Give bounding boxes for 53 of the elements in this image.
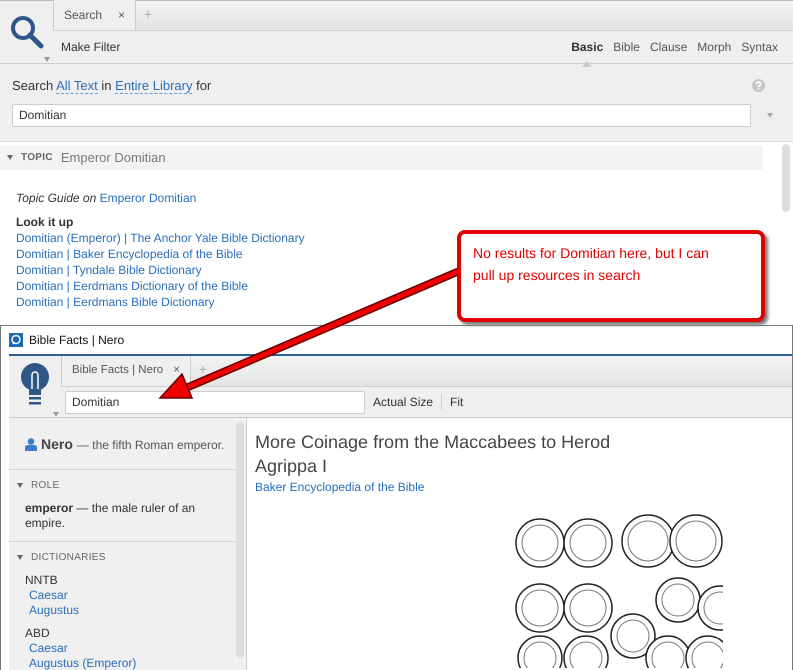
article-title: More Coinage from the Maccabees to Herod Agrippa I bbox=[255, 431, 612, 478]
search-label: in bbox=[101, 78, 112, 93]
close-tab-button[interactable]: × bbox=[118, 6, 126, 24]
search-field[interactable]: Domitian bbox=[12, 104, 751, 126]
dictionary-link[interactable]: Domitian | Eerdmans Bible Dictionary bbox=[16, 294, 215, 308]
search-field[interactable]: Domitian bbox=[65, 390, 365, 414]
expander-icon[interactable] bbox=[7, 155, 13, 160]
toolbar-button[interactable]: Fit bbox=[450, 393, 464, 411]
section-label: TOPIC bbox=[21, 151, 53, 165]
dictionary-link[interactable]: Augustus bbox=[29, 603, 80, 617]
search-label: Search bbox=[12, 78, 54, 93]
dictionary-link[interactable]: Caesar bbox=[29, 641, 68, 655]
bible-facts-tab[interactable]: Bible Facts | Nero × bbox=[61, 356, 191, 386]
section-label: DICTIONARIES bbox=[31, 551, 106, 565]
topic-title: Emperor Domitian bbox=[60, 148, 166, 167]
search-mode-tab[interactable]: Morph bbox=[694, 38, 734, 56]
definition-text: emperor — the male ruler of an empire. bbox=[25, 501, 196, 531]
source-link[interactable]: Baker Encyclopedia of the Bible bbox=[255, 480, 424, 494]
search-mode-tab[interactable]: Bible bbox=[610, 38, 643, 56]
dictionary-link[interactable]: Domitian | Eerdmans Dictionary of the Bible bbox=[16, 278, 248, 292]
dictionary-link[interactable]: Domitian | Tyndale Bible Dictionary bbox=[16, 262, 202, 276]
dictionary-abbreviation: ABD bbox=[25, 626, 51, 641]
window-title: Bible Facts | Nero bbox=[29, 332, 124, 349]
dictionary-link[interactable]: Caesar bbox=[29, 588, 68, 602]
dictionary-link[interactable]: Domitian (Emperor) | The Anchor Yale Bible Dictionary bbox=[16, 230, 305, 244]
dictionary-link[interactable]: Augustus (Emperor) bbox=[29, 656, 136, 670]
make-filter-button[interactable]: Make Filter bbox=[61, 38, 120, 56]
entity-name: Nero bbox=[41, 435, 73, 454]
dictionary-abbreviation: NNTB bbox=[25, 573, 59, 588]
heading: Look it up bbox=[16, 214, 74, 230]
scrollbar[interactable] bbox=[236, 422, 244, 658]
expander-icon[interactable] bbox=[17, 555, 23, 560]
section-label: ROLE bbox=[31, 479, 60, 493]
search-mode-tab[interactable]: Clause bbox=[646, 38, 690, 56]
scope-dropdown[interactable]: All Text bbox=[56, 78, 98, 94]
library-dropdown[interactable]: Entire Library bbox=[115, 78, 192, 94]
topic-link[interactable]: Emperor Domitian bbox=[100, 190, 196, 204]
search-tab[interactable]: Search × bbox=[53, 0, 136, 30]
search-mode-tab[interactable]: Syntax bbox=[738, 38, 781, 56]
dictionary-link[interactable]: Domitian | Baker Encyclopedia of the Bible bbox=[16, 246, 243, 260]
topic-guide-line: Topic Guide on Emperor Domitian bbox=[16, 190, 198, 206]
search-label: for bbox=[196, 78, 212, 93]
expander-icon[interactable] bbox=[17, 483, 23, 488]
entity-description: — the fifth Roman emperor. bbox=[76, 436, 224, 454]
toolbar-button[interactable]: Actual Size bbox=[373, 393, 434, 411]
search-icon[interactable] bbox=[10, 15, 44, 49]
scrollbar[interactable] bbox=[782, 144, 790, 212]
help-icon[interactable] bbox=[752, 79, 765, 92]
dropdown-caret-icon[interactable] bbox=[767, 112, 773, 118]
annotation-callout: No results for Domitian here, but I can pull up resources in search bbox=[457, 230, 765, 322]
close-tab-button[interactable]: × bbox=[173, 362, 180, 380]
app-icon bbox=[9, 333, 23, 347]
person-icon bbox=[25, 438, 37, 451]
